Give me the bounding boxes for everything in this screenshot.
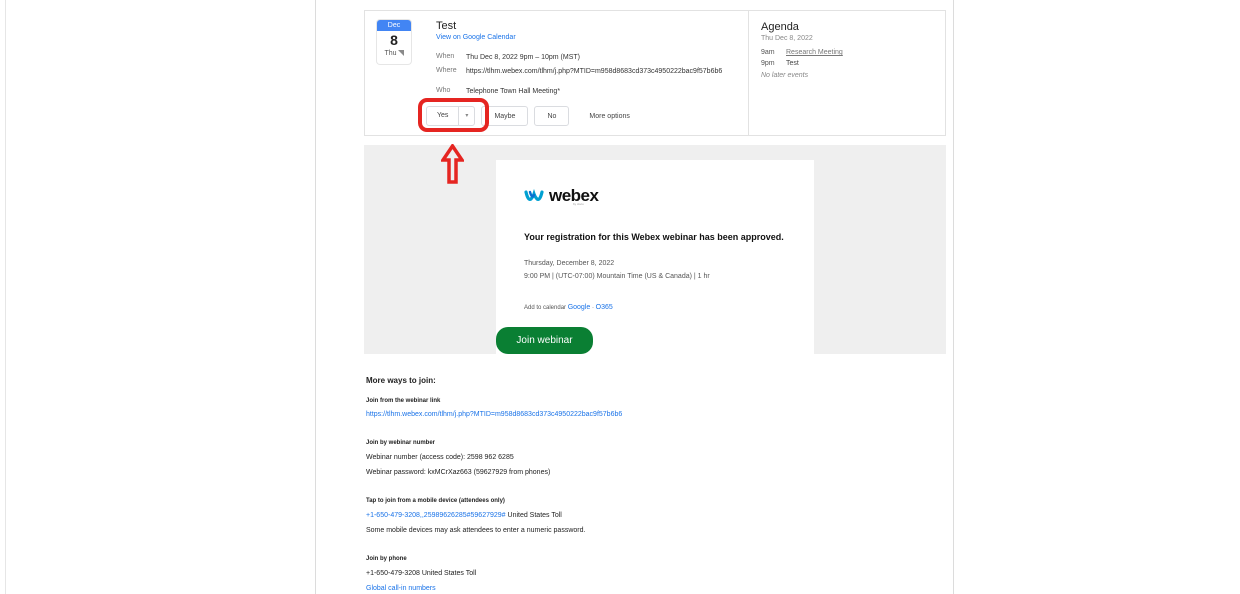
mobile-join-line: +1-650-479-3208,,25989626285#59627929# U…	[366, 512, 562, 519]
mobile-join-heading: Tap to join from a mobile device (attend…	[366, 498, 505, 504]
red-highlight-box	[418, 98, 489, 132]
view-on-google-calendar-link[interactable]: View on Google Calendar	[436, 34, 516, 41]
where-value[interactable]: https://tlhm.webex.com/tlhm/j.php?MTID=m…	[466, 67, 736, 76]
who-label: Who	[436, 87, 451, 94]
mobile-number-suffix: United States Toll	[505, 512, 562, 519]
join-link-heading: Join from the webinar link	[366, 398, 441, 404]
event-who-row: Who Telephone Town Hall Meeting*	[436, 87, 746, 96]
page-fold-icon	[397, 50, 404, 57]
who-value: Telephone Town Hall Meeting*	[466, 88, 561, 95]
webex-by-cisco: by cisco	[573, 202, 584, 206]
webinar-date: Thursday, December 8, 2022	[524, 260, 615, 267]
webinar-password: Webinar password: kxMCrXaz663 (59627929 …	[366, 469, 551, 476]
when-value: Thu Dec 8, 2022 9pm – 10pm (MST)	[466, 54, 580, 61]
red-arrow-up-icon	[441, 144, 464, 184]
link-separator: ·	[591, 305, 594, 311]
agenda-item-time: 9pm	[761, 60, 775, 67]
o365-calendar-link[interactable]: O365	[596, 304, 613, 311]
agenda-item-name: Test	[786, 60, 799, 67]
calendar-date-icon: Dec 8 Thu	[377, 20, 411, 64]
calendar-weekday: Thu	[377, 49, 411, 59]
global-call-in-link[interactable]: Global call-in numbers	[366, 585, 436, 592]
agenda-item[interactable]: 9am Research Meeting	[761, 49, 934, 56]
calendar-month: Dec	[377, 20, 411, 31]
join-phone-heading: Join by phone	[366, 556, 407, 562]
left-divider	[5, 0, 6, 594]
agenda-item[interactable]: 9pm Test	[761, 60, 934, 67]
phone-number: +1-650-479-3208 United States Toll	[366, 570, 477, 577]
agenda-date: Thu Dec 8, 2022	[761, 35, 813, 42]
more-options-link[interactable]: More options	[589, 113, 629, 120]
add-to-calendar: Add to calendar Google · O365	[524, 304, 613, 311]
google-calendar-link[interactable]: Google	[568, 304, 591, 311]
calendar-day: 8	[390, 32, 398, 48]
webex-logo-icon	[524, 189, 544, 201]
mobile-password-note: Some mobile devices may ask attendees to…	[366, 527, 586, 534]
webinar-time: 9:00 PM | (UTC-07:00) Mountain Time (US …	[524, 273, 710, 280]
more-ways-heading: More ways to join:	[366, 376, 436, 385]
webex-email-card: webex by cisco Your registration for thi…	[496, 160, 814, 354]
add-to-calendar-label: Add to calendar	[524, 305, 567, 311]
event-when-row: When Thu Dec 8, 2022 9pm – 10pm (MST)	[436, 53, 746, 62]
webinar-link[interactable]: https://tlhm.webex.com/tlhm/j.php?MTID=m…	[366, 411, 622, 418]
join-webinar-button[interactable]: Join webinar	[496, 327, 593, 354]
where-label: Where	[436, 67, 457, 74]
agenda-panel: Agenda Thu Dec 8, 2022 9am Research Meet…	[748, 11, 946, 135]
agenda-item-time: 9am	[761, 49, 775, 56]
join-number-heading: Join by webinar number	[366, 440, 436, 446]
webinar-number: Webinar number (access code): 2598 962 6…	[366, 454, 514, 461]
event-title: Test	[436, 20, 457, 32]
when-label: When	[436, 53, 455, 60]
no-button[interactable]: No	[534, 106, 570, 126]
event-where-row: Where https://tlhm.webex.com/tlhm/j.php?…	[436, 67, 736, 76]
calendar-weekday-label: Thu	[384, 50, 397, 57]
agenda-item-name[interactable]: Research Meeting	[786, 49, 843, 56]
mobile-number-link[interactable]: +1-650-479-3208,,25989626285#59627929#	[366, 512, 506, 519]
agenda-title: Agenda	[761, 21, 799, 33]
webex-logo: webex	[524, 186, 599, 206]
email-page: Dec 8 Thu Test View on Google Calendar W…	[315, 0, 954, 594]
no-later-events: No later events	[761, 72, 809, 79]
registration-approved-title: Your registration for this Webex webinar…	[524, 232, 784, 242]
